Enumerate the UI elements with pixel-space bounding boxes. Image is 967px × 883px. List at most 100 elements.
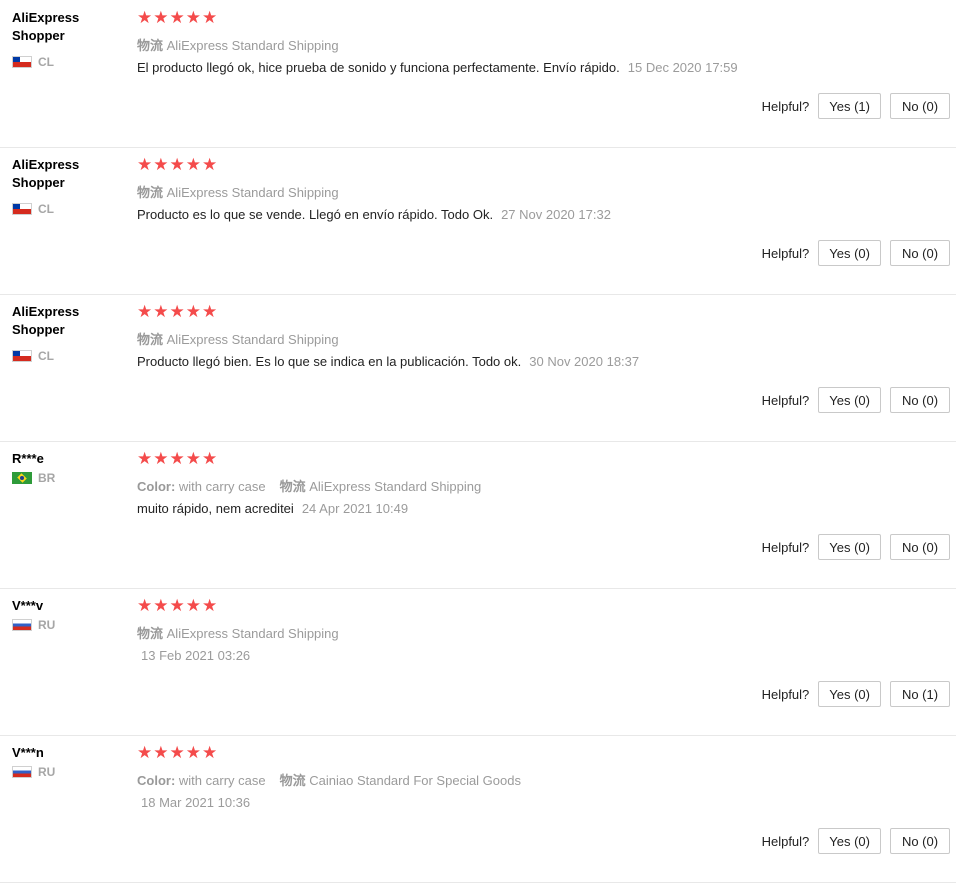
review-text: El producto llegó ok, hice prueba de son… — [137, 60, 620, 75]
country-code: CL — [38, 202, 54, 216]
helpful-label: Helpful? — [761, 539, 810, 555]
shipping-method: AliExpress Standard Shipping — [166, 38, 339, 53]
logistics-label: 物流 — [137, 626, 164, 641]
review-text: muito rápido, nem acreditei — [137, 501, 294, 516]
helpful-label: Helpful? — [761, 833, 810, 849]
helpful-no-button[interactable]: No (0) — [890, 93, 950, 119]
star-icon: ★ — [137, 449, 153, 469]
star-icon: ★ — [137, 743, 153, 763]
reviewer-country: CL — [12, 55, 54, 69]
review-text: Producto es lo que se vende. Llegó en en… — [137, 207, 494, 222]
star-icon: ★ — [137, 596, 153, 616]
logistics-label: 物流 — [137, 185, 164, 200]
review-content: Producto es lo que se vende. Llegó en en… — [137, 207, 611, 222]
star-icon: ★ — [202, 743, 218, 763]
helpful-label: Helpful? — [761, 98, 810, 114]
helpful-yes-button[interactable]: Yes (1) — [818, 93, 881, 119]
star-icon: ★ — [185, 155, 201, 175]
color-value: with carry case — [178, 773, 266, 788]
review-meta: Color: with carry case 物流 AliExpress Stan… — [137, 476, 481, 495]
country-code: CL — [38, 55, 54, 69]
reviewer-name: AliExpress Shopper — [12, 10, 80, 43]
star-icon: ★ — [202, 302, 218, 322]
helpful-yes-button[interactable]: Yes (0) — [818, 828, 881, 854]
reviewer-name: V***v — [12, 598, 44, 613]
reviewer-country: CL — [12, 202, 54, 216]
reviewer-country: BR — [12, 471, 55, 485]
reviewer-country: RU — [12, 618, 55, 632]
helpful-yes-button[interactable]: Yes (0) — [818, 240, 881, 266]
reviewer-name: V***n — [12, 745, 44, 760]
star-icon: ★ — [169, 8, 185, 28]
star-icon: ★ — [153, 743, 169, 763]
review-date: 13 Feb 2021 03:26 — [141, 648, 251, 663]
star-icon: ★ — [185, 743, 201, 763]
review-content: muito rápido, nem acreditei 24 Apr 2021 1… — [137, 501, 408, 516]
country-code: BR — [38, 471, 56, 485]
star-rating: ★ ★ ★ ★ ★ — [137, 745, 217, 762]
star-icon: ★ — [137, 155, 153, 175]
review-date: 18 Mar 2021 10:36 — [141, 795, 251, 810]
country-flag-icon — [12, 472, 32, 484]
helpful-no-button[interactable]: No (0) — [890, 240, 950, 266]
review-date: 30 Nov 2020 18:37 — [529, 354, 640, 369]
review-content: 18 Mar 2021 10:36 — [137, 795, 250, 810]
helpful-controls: Helpful? Yes (0) No (1) — [762, 681, 950, 707]
shipping-method: AliExpress Standard Shipping — [166, 185, 339, 200]
helpful-no-button[interactable]: No (0) — [890, 534, 950, 560]
shipping-method: AliExpress Standard Shipping — [166, 626, 339, 641]
star-icon: ★ — [202, 155, 218, 175]
star-icon: ★ — [153, 302, 169, 322]
star-icon: ★ — [202, 449, 218, 469]
review-date: 27 Nov 2020 17:32 — [501, 207, 611, 222]
helpful-yes-button[interactable]: Yes (0) — [818, 681, 881, 707]
country-code: RU — [38, 618, 56, 632]
helpful-yes-button[interactable]: Yes (0) — [818, 534, 881, 560]
star-icon: ★ — [153, 8, 169, 28]
logistics-label: 物流 — [137, 332, 164, 347]
review-item: R***e BR ★ ★ ★ ★ ★ Color: with carry case 物流 Ali… — [0, 441, 956, 589]
reviewer-name: R***e — [12, 451, 44, 466]
color-value: with carry case — [178, 479, 266, 494]
star-icon: ★ — [169, 302, 185, 322]
shipping-method: AliExpress Standard Shipping — [309, 479, 482, 494]
helpful-controls: Helpful? Yes (0) No (0) — [762, 387, 950, 413]
star-icon: ★ — [153, 596, 169, 616]
helpful-no-button[interactable]: No (0) — [890, 387, 950, 413]
country-flag-icon — [12, 203, 32, 215]
review-item: AliExpress Shopper CL ★ ★ ★ ★ ★ 物流 AliExpress S… — [0, 147, 956, 295]
review-content: El producto llegó ok, hice prueba de son… — [137, 60, 738, 75]
country-flag-icon — [12, 619, 32, 631]
review-text: Producto llegó bien. Es lo que se indica… — [137, 354, 522, 369]
star-icon: ★ — [169, 596, 185, 616]
reviewer-name: AliExpress Shopper — [12, 304, 80, 337]
helpful-yes-button[interactable]: Yes (0) — [818, 387, 881, 413]
country-flag-icon — [12, 56, 32, 68]
star-icon: ★ — [185, 596, 201, 616]
review-meta: 物流 AliExpress Standard Shipping — [137, 182, 339, 201]
star-rating: ★ ★ ★ ★ ★ — [137, 10, 217, 27]
helpful-label: Helpful? — [761, 245, 810, 261]
country-flag-icon — [12, 350, 32, 362]
helpful-no-button[interactable]: No (1) — [890, 681, 950, 707]
review-item: AliExpress Shopper CL ★ ★ ★ ★ ★ 物流 AliExpress S… — [0, 294, 956, 442]
country-flag-icon — [12, 766, 32, 778]
star-icon: ★ — [169, 449, 185, 469]
review-item: AliExpress Shopper CL ★ ★ ★ ★ ★ 物流 AliExpress S… — [0, 0, 956, 148]
review-meta: 物流 AliExpress Standard Shipping — [137, 35, 339, 54]
star-icon: ★ — [185, 8, 201, 28]
helpful-no-button[interactable]: No (0) — [890, 828, 950, 854]
star-icon: ★ — [202, 8, 218, 28]
reviewer-name: AliExpress Shopper — [12, 157, 80, 190]
star-icon: ★ — [153, 155, 169, 175]
review-date: 15 Dec 2020 17:59 — [627, 60, 738, 75]
star-rating: ★ ★ ★ ★ ★ — [137, 157, 217, 174]
helpful-label: Helpful? — [761, 392, 810, 408]
helpful-controls: Helpful? Yes (0) No (0) — [762, 828, 950, 854]
reviewer-country: RU — [12, 765, 55, 779]
review-meta: 物流 AliExpress Standard Shipping — [137, 623, 339, 642]
helpful-controls: Helpful? Yes (0) No (0) — [762, 240, 950, 266]
helpful-controls: Helpful? Yes (0) No (0) — [762, 534, 950, 560]
review-content: 13 Feb 2021 03:26 — [137, 648, 250, 663]
star-icon: ★ — [185, 449, 201, 469]
